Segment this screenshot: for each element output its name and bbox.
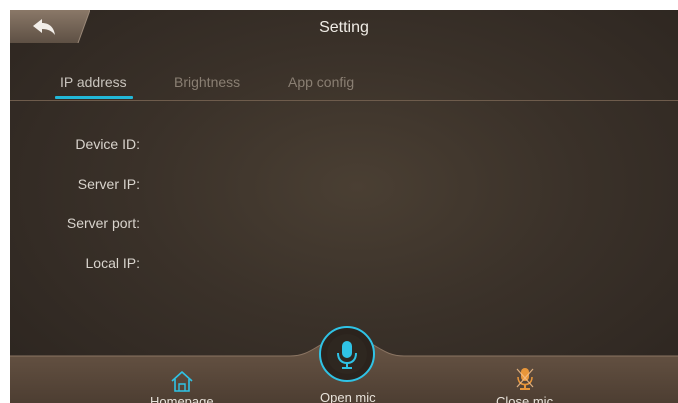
homepage-button[interactable]: Homepage [140, 364, 226, 403]
open-mic-button[interactable] [319, 326, 375, 382]
home-icon [171, 371, 193, 392]
page-title: Setting [319, 19, 369, 36]
close-mic-button[interactable]: Close mic [484, 364, 570, 403]
open-mic-label: Open mic [320, 390, 376, 403]
local-ip-label: Local IP: [85, 255, 140, 271]
server-ip-label: Server IP: [77, 176, 140, 192]
microphone-off-icon [516, 368, 534, 390]
settings-screen: Setting IP address Brightness App config… [10, 10, 678, 403]
active-tab-indicator [55, 96, 133, 99]
tab-ip-address[interactable]: IP address [60, 74, 127, 90]
close-mic-label: Close mic [496, 394, 554, 403]
homepage-label: Homepage [150, 394, 214, 403]
microphone-icon [337, 341, 357, 369]
tab-brightness[interactable]: Brightness [174, 74, 240, 90]
tab-app-config[interactable]: App config [288, 74, 354, 90]
open-mic-inner [327, 334, 367, 374]
header: Setting [10, 10, 678, 45]
server-port-label: Server port: [66, 215, 140, 231]
device-id-label: Device ID: [75, 136, 140, 152]
tab-divider [10, 100, 678, 101]
